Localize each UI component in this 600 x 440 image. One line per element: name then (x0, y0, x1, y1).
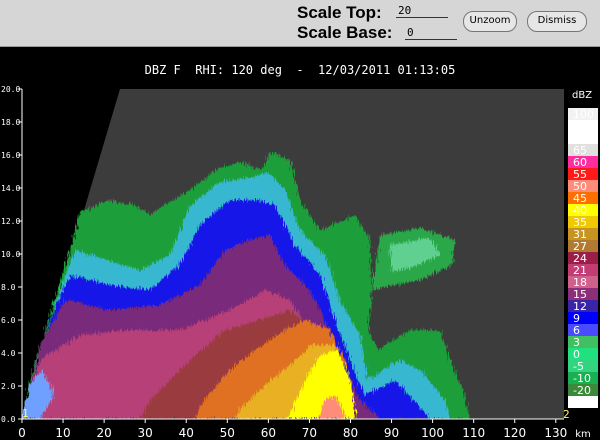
x-tick-label: 10 (55, 426, 70, 440)
x-tick-label: 70 (302, 426, 317, 440)
y-tick-label: 4.0 (1, 349, 16, 358)
y-tick-label: 20.0 (1, 85, 20, 94)
dbz-legend: dBZ 100807065605550454035312724211815129… (568, 90, 598, 409)
corner-label-right: 2 (563, 408, 570, 421)
y-tick-label: 8.0 (1, 283, 16, 292)
x-tick-label: 80 (343, 426, 358, 440)
y-tick-label: 10.0 (1, 250, 20, 259)
x-tick-label: 0 (18, 426, 26, 440)
y-axis: 0.0 2.0 4.0 6.0 8.0 10.0 12.0 14.0 16.0 18.0 20.0 (1, 85, 23, 424)
x-tick-label: 20 (96, 426, 111, 440)
rhi-plot: 0.0 2.0 4.0 6.0 8.0 10.0 12.0 14.0 16.0 18.0 2 0.0 … (1, 85, 598, 440)
legend-unit: dBZ (572, 90, 592, 101)
legend-level-label: -30 (573, 396, 591, 409)
x-axis: 0 10 20 30 40 50 60 70 80 90 100 110 120 130 km (18, 418, 591, 440)
x-tick-label: 30 (138, 426, 153, 440)
x-tick-label: 110 (462, 426, 485, 440)
y-tick-label: 16.0 (1, 151, 20, 160)
x-tick-label: 40 (179, 426, 194, 440)
x-tick-label: 50 (220, 426, 235, 440)
y-tick-label: 18.0 (1, 118, 20, 127)
y-tick-label: 14.0 (1, 184, 20, 193)
x-tick-label: 120 (503, 426, 526, 440)
corner-label-left: 1 (22, 407, 29, 420)
x-tick-label: 130 (544, 426, 567, 440)
x-tick-label: 60 (261, 426, 276, 440)
y-tick-label: 6.0 (1, 316, 16, 325)
x-tick-label: 90 (384, 426, 399, 440)
x-tick-label: 100 (421, 426, 444, 440)
y-tick-label: 2.0 (1, 382, 16, 391)
y-tick-label: 12.0 (1, 217, 20, 226)
y-tick-label: 0.0 (1, 415, 16, 424)
x-axis-unit: km (575, 429, 591, 440)
